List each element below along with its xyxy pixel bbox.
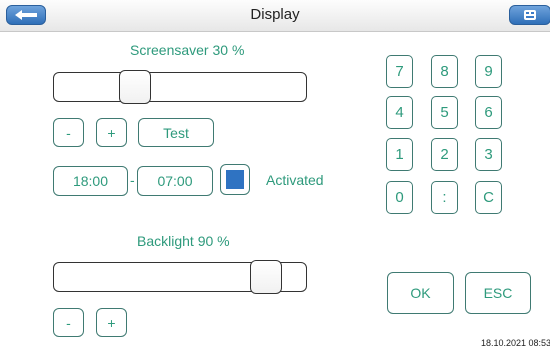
activated-label: Activated <box>266 172 324 188</box>
backlight-label: Backlight 90 % <box>137 233 230 249</box>
backlight-plus-button[interactable]: + <box>96 308 127 337</box>
keypad-key-2[interactable]: 2 <box>431 138 458 171</box>
keypad-key-5[interactable]: 5 <box>431 96 458 129</box>
time-separator: - <box>130 172 135 188</box>
screensaver-end-time-field[interactable]: 07:00 <box>137 166 213 196</box>
keyboard-button[interactable] <box>509 5 550 25</box>
keypad-key-9[interactable]: 9 <box>475 55 502 88</box>
backlight-slider-thumb[interactable] <box>250 260 283 294</box>
page-title: Display <box>250 6 300 23</box>
screensaver-start-time-field[interactable]: 18:00 <box>53 166 128 196</box>
screensaver-slider-thumb[interactable] <box>119 70 152 104</box>
keypad-key-colon[interactable]: : <box>431 181 458 214</box>
backlight-minus-button[interactable]: - <box>53 308 84 337</box>
keyboard-icon <box>524 10 536 20</box>
keypad-key-4[interactable]: 4 <box>386 96 413 129</box>
screensaver-label: Screensaver 30 % <box>130 42 245 58</box>
keypad-key-0[interactable]: 0 <box>386 181 413 214</box>
backlight-slider[interactable] <box>53 260 307 294</box>
esc-button[interactable]: ESC <box>465 272 531 314</box>
activated-checkbox[interactable] <box>220 164 250 195</box>
status-datetime: 18.10.2021 08:53:0... <box>481 338 550 348</box>
screensaver-plus-button[interactable]: + <box>96 118 127 147</box>
keypad-key-8[interactable]: 8 <box>431 55 458 88</box>
ok-button[interactable]: OK <box>387 272 454 314</box>
title-bar: Display <box>0 0 550 32</box>
checkbox-check-fill <box>226 170 244 189</box>
keypad-key-3[interactable]: 3 <box>475 138 502 171</box>
keypad-key-clear[interactable]: C <box>475 181 502 214</box>
screensaver-slider[interactable] <box>53 70 307 104</box>
keypad-key-7[interactable]: 7 <box>386 55 413 88</box>
screensaver-test-button[interactable]: Test <box>138 118 214 147</box>
keypad-key-1[interactable]: 1 <box>386 138 413 171</box>
keypad-key-6[interactable]: 6 <box>475 96 502 129</box>
screensaver-minus-button[interactable]: - <box>53 118 84 147</box>
